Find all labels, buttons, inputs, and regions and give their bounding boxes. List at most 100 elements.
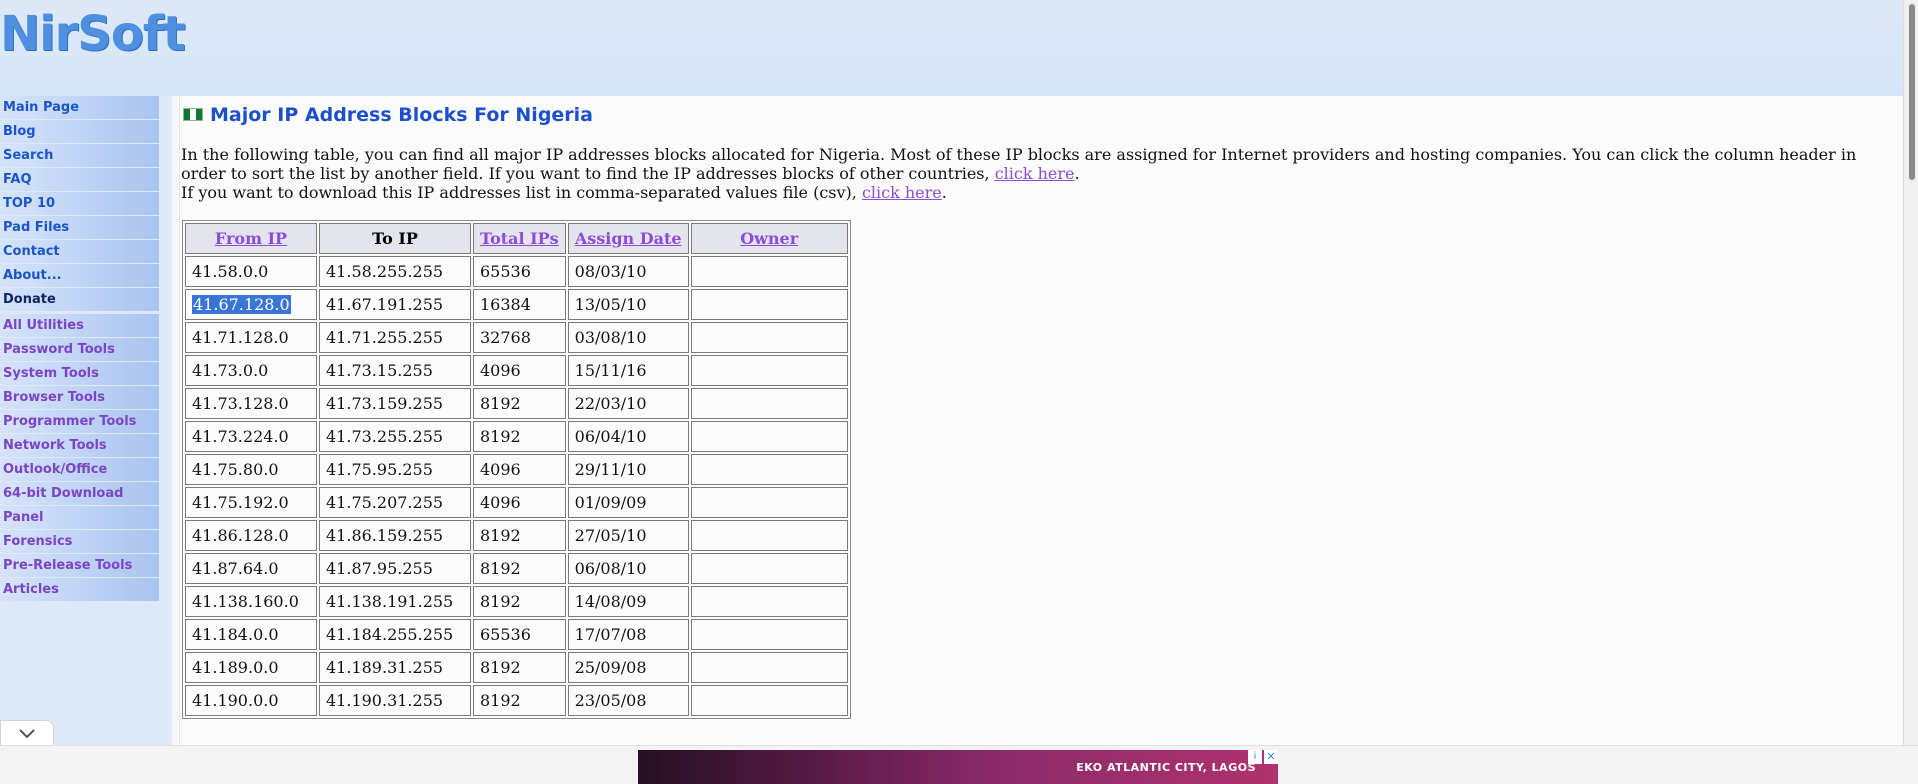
cell-owner: [690, 487, 848, 518]
sidebar-item-system-tools[interactable]: System Tools: [0, 362, 159, 385]
sidebar-item-all-utilities[interactable]: All Utilities: [0, 314, 159, 337]
sidebar-item-pad-files[interactable]: Pad Files: [0, 216, 159, 239]
cell-assign-date: 22/03/10: [567, 388, 689, 419]
table-row: 41.189.0.0 41.189.31.255 8192 25/09/08: [185, 652, 848, 683]
ad-close-icon[interactable]: ✕: [1264, 750, 1278, 764]
cell-assign-date: 25/09/08: [567, 652, 689, 683]
cell-owner: [690, 355, 848, 386]
table-row: 41.75.80.0 41.75.95.255 4096 29/11/10: [185, 454, 848, 485]
sidebar-item-search[interactable]: Search: [0, 144, 159, 167]
cell-to-ip: 41.75.95.255: [319, 454, 471, 485]
sidebar-item-outlook-office[interactable]: Outlook/Office: [0, 458, 159, 481]
cell-from-ip: 41.190.0.0: [185, 685, 317, 716]
table-row: 41.87.64.0 41.87.95.255 8192 06/08/10: [185, 553, 848, 584]
sidebar-item-about[interactable]: About...: [0, 264, 159, 287]
intro-period-2: .: [941, 183, 947, 202]
cell-owner: [690, 289, 848, 320]
sidebar-item-contact[interactable]: Contact: [0, 240, 159, 263]
cell-from-ip: 41.75.80.0: [185, 454, 317, 485]
sidebar-item-password-tools[interactable]: Password Tools: [0, 338, 159, 361]
cell-from-ip: 41.86.128.0: [185, 520, 317, 551]
cell-from-ip: 41.138.160.0: [185, 586, 317, 617]
cell-to-ip: 41.190.31.255: [319, 685, 471, 716]
column-header-to-ip[interactable]: To IP: [319, 223, 471, 254]
cell-owner: [690, 322, 848, 353]
nirsoft-logo[interactable]: NirSoft: [0, 6, 186, 62]
cell-to-ip: 41.58.255.255: [319, 256, 471, 287]
cell-from-ip: 41.71.128.0: [185, 322, 317, 353]
cell-total-ips: 8192: [473, 586, 566, 617]
cell-owner: [690, 388, 848, 419]
cell-owner: [690, 454, 848, 485]
ad-banner[interactable]: ​ EKO ATLANTIC CITY, LAGOS i ✕: [638, 750, 1278, 784]
ip-blocks-table: From IP To IP Total IPs Assign Date Owne…: [182, 220, 851, 719]
csv-download-link[interactable]: click here: [862, 183, 942, 202]
cell-to-ip: 41.87.95.255: [319, 553, 471, 584]
collapse-button[interactable]: [0, 720, 54, 746]
column-header-assign-date[interactable]: Assign Date: [567, 223, 689, 254]
table-row: 41.73.0.0 41.73.15.255 4096 15/11/16: [185, 355, 848, 386]
table-row: 41.184.0.0 41.184.255.255 65536 17/07/08: [185, 619, 848, 650]
cell-total-ips: 4096: [473, 454, 566, 485]
sidebar-item-64-bit-download[interactable]: 64-bit Download: [0, 482, 159, 505]
cell-to-ip: 41.73.159.255: [319, 388, 471, 419]
cell-to-ip: 41.73.255.255: [319, 421, 471, 452]
ad-info-icon[interactable]: i: [1248, 750, 1262, 764]
cell-assign-date: 06/08/10: [567, 553, 689, 584]
cell-to-ip: 41.189.31.255: [319, 652, 471, 683]
cell-to-ip: 41.138.191.255: [319, 586, 471, 617]
cell-assign-date: 29/11/10: [567, 454, 689, 485]
sidebar-item-faq[interactable]: FAQ: [0, 168, 159, 191]
sidebar-item-programmer-tools[interactable]: Programmer Tools: [0, 410, 159, 433]
sidebar-item-forensics[interactable]: Forensics: [0, 530, 159, 553]
cell-to-ip: 41.184.255.255: [319, 619, 471, 650]
ad-text: EKO ATLANTIC CITY, LAGOS: [1076, 761, 1256, 774]
cell-to-ip: 41.71.255.255: [319, 322, 471, 353]
cell-from-ip: 41.58.0.0: [185, 256, 317, 287]
main-content: Major IP Address Blocks For Nigeria In t…: [179, 96, 1905, 746]
cell-from-ip: 41.75.192.0: [185, 487, 317, 518]
ad-strip: ​ EKO ATLANTIC CITY, LAGOS i ✕: [0, 745, 1918, 784]
cell-assign-date: 17/07/08: [567, 619, 689, 650]
page-scrollbar[interactable]: [1903, 0, 1918, 745]
cell-total-ips: 8192: [473, 388, 566, 419]
cell-from-ip: 41.73.128.0: [185, 388, 317, 419]
table-row: 41.190.0.0 41.190.31.255 8192 23/05/08: [185, 685, 848, 716]
table-row: 41.75.192.0 41.75.207.255 4096 01/09/09: [185, 487, 848, 518]
site-header: NirSoft: [0, 0, 1918, 96]
sidebar-item-browser-tools[interactable]: Browser Tools: [0, 386, 159, 409]
sidebar-item-network-tools[interactable]: Network Tools: [0, 434, 159, 457]
scrollbar-thumb[interactable]: [1909, 4, 1915, 180]
cell-total-ips: 8192: [473, 421, 566, 452]
cell-assign-date: 01/09/09: [567, 487, 689, 518]
column-header-owner[interactable]: Owner: [690, 223, 848, 254]
sidebar-item-blog[interactable]: Blog: [0, 120, 159, 143]
cell-total-ips: 16384: [473, 289, 566, 320]
cell-owner: [690, 685, 848, 716]
cell-total-ips: 32768: [473, 322, 566, 353]
intro-line-2: If you want to download this IP addresse…: [181, 183, 862, 202]
sidebar-item-top-10[interactable]: TOP 10: [0, 192, 159, 215]
cell-assign-date: 08/03/10: [567, 256, 689, 287]
cell-assign-date: 06/04/10: [567, 421, 689, 452]
cell-owner: [690, 256, 848, 287]
cell-assign-date: 13/05/10: [567, 289, 689, 320]
sidebar-item-panel[interactable]: Panel: [0, 506, 159, 529]
cell-to-ip: 41.86.159.255: [319, 520, 471, 551]
sidebar-item-main-page[interactable]: Main Page: [0, 96, 159, 119]
table-row: 41.58.0.0 41.58.255.255 65536 08/03/10: [185, 256, 848, 287]
cell-from-ip: 41.184.0.0: [185, 619, 317, 650]
countries-link[interactable]: click here: [995, 164, 1075, 183]
cell-assign-date: 23/05/08: [567, 685, 689, 716]
sidebar-item-donate[interactable]: Donate: [0, 288, 159, 311]
sidebar-item-pre-release-tools[interactable]: Pre-Release Tools: [0, 554, 159, 577]
table-row: 41.73.128.0 41.73.159.255 8192 22/03/10: [185, 388, 848, 419]
column-header-from-ip[interactable]: From IP: [185, 223, 317, 254]
chevron-down-icon: [19, 729, 35, 739]
sidebar-item-articles[interactable]: Articles: [0, 578, 159, 601]
cell-owner: [690, 619, 848, 650]
cell-total-ips: 8192: [473, 685, 566, 716]
flag-stripe-right: [196, 109, 202, 120]
column-header-total-ips[interactable]: Total IPs: [473, 223, 566, 254]
table-row: 41.138.160.0 41.138.191.255 8192 14/08/09: [185, 586, 848, 617]
